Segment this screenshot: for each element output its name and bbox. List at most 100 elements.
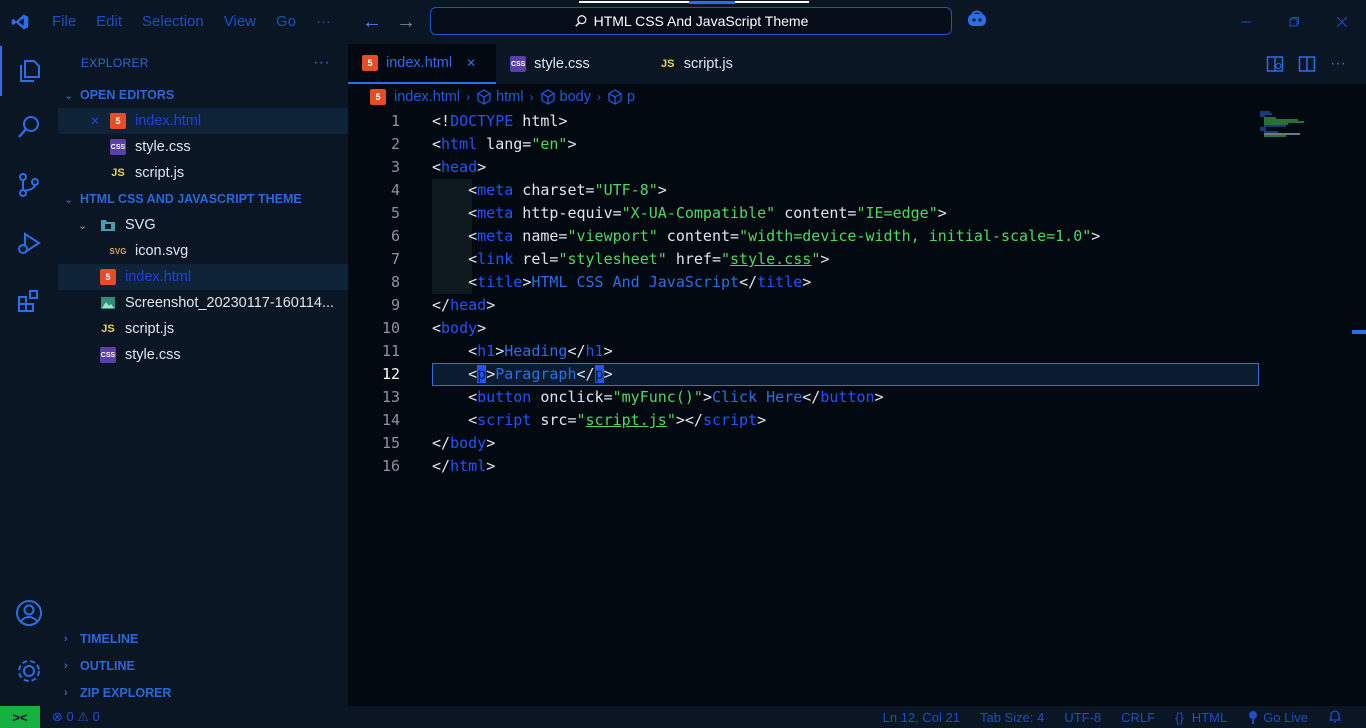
code-line: 14 <script src="script.js"></script> xyxy=(348,409,1366,432)
explorer-more-button[interactable]: ··· xyxy=(313,54,330,72)
command-center[interactable]: HTML CSS And JavaScript Theme xyxy=(430,1,952,35)
run-debug-icon[interactable] xyxy=(0,218,58,268)
copilot-icon[interactable] xyxy=(966,10,988,33)
code-text: <meta charset="UTF-8"> xyxy=(432,181,667,199)
tab-style-css[interactable]: CSS style.css xyxy=(496,44,610,84)
code-text: <html lang="en"> xyxy=(432,135,577,153)
breadcrumb-item[interactable]: index.html xyxy=(394,89,460,105)
chevron-right-icon: › xyxy=(64,632,68,645)
title-bar: File Edit Selection View Go ··· ← → HTML… xyxy=(0,0,1366,44)
explorer-sidebar: EXPLORER ··· ⌄ OPEN EDITORS ✕ 5 index.ht… xyxy=(58,44,348,706)
open-editor-label: index.html xyxy=(135,113,202,129)
code-line-current: 12 <p>Paragraph</p> xyxy=(348,363,1366,386)
breadcrumb-item[interactable]: html xyxy=(496,89,523,105)
chevron-down-icon: ⌄ xyxy=(64,89,74,102)
zip-explorer-section[interactable]: › ZIP EXPLORER xyxy=(58,679,348,706)
code-text: <h1>Heading</h1> xyxy=(432,342,613,360)
code-editor[interactable]: 1 <!DOCTYPE html> 2 <html lang="en"> 3 <hea… xyxy=(348,110,1366,478)
line-number: 12 xyxy=(381,365,400,383)
split-editor-icon[interactable] xyxy=(1298,55,1316,73)
code-line: 9 </head> xyxy=(348,294,1366,317)
back-arrow-icon[interactable]: ← xyxy=(362,11,382,34)
timeline-section[interactable]: › TIMELINE xyxy=(58,625,348,652)
notifications-bell-icon[interactable] xyxy=(1328,709,1342,726)
editor-actions: ··· xyxy=(1266,44,1346,84)
tree-file-style-css[interactable]: CSS style.css xyxy=(58,342,348,368)
language-mode[interactable]: {} HTML xyxy=(1175,710,1227,725)
window-controls xyxy=(1222,0,1366,44)
explorer-icon[interactable] xyxy=(0,46,58,96)
tab-script-js[interactable]: JS script.js xyxy=(610,44,753,84)
open-editor-label: style.css xyxy=(135,139,191,155)
more-actions-icon[interactable]: ··· xyxy=(1330,55,1346,73)
problems-indicator[interactable]: ⊗ 0 ⚠ 0 xyxy=(52,709,100,725)
forward-arrow-icon[interactable]: → xyxy=(396,11,416,34)
line-number: 3 xyxy=(390,158,400,176)
editor-scrollbar[interactable] xyxy=(1352,110,1366,706)
cursor-position[interactable]: Ln 12, Col 21 xyxy=(883,710,960,725)
close-tab-icon[interactable]: ✕ xyxy=(466,56,476,70)
restore-icon[interactable] xyxy=(1270,0,1318,44)
tree-folder-svg[interactable]: ⌄ SVG xyxy=(58,212,348,238)
code-line: 5 <meta http-equiv="X-UA-Compatible" con… xyxy=(348,202,1366,225)
menu-edit[interactable]: Edit xyxy=(86,0,132,44)
timeline-label: TIMELINE xyxy=(80,631,139,646)
line-number: 2 xyxy=(390,135,400,153)
code-text: </head> xyxy=(432,296,496,314)
project-folder-section[interactable]: ⌄ HTML CSS AND JAVASCRIPT THEME xyxy=(58,186,348,212)
code-text: <script src="script.js"></script> xyxy=(432,411,767,429)
open-editor-item-index-html[interactable]: ✕ 5 index.html xyxy=(58,108,348,134)
menu-selection[interactable]: Selection xyxy=(132,0,214,44)
open-editor-item-script-js[interactable]: JS script.js xyxy=(58,160,348,186)
breadcrumb-item[interactable]: body xyxy=(560,89,591,105)
remote-indicator[interactable]: >< xyxy=(0,706,40,728)
code-text: <head> xyxy=(432,158,487,176)
file-label: index.html xyxy=(125,269,192,285)
encoding[interactable]: UTF-8 xyxy=(1064,710,1101,725)
outline-section[interactable]: › OUTLINE xyxy=(58,652,348,679)
code-text: <title>HTML CSS And JavaScript</title> xyxy=(432,273,812,291)
search-sidebar-icon[interactable] xyxy=(0,102,58,152)
open-editor-label: script.js xyxy=(135,165,185,181)
minimap[interactable] xyxy=(1260,110,1322,140)
code-text: <button onclick="myFunc()">Click Here</b… xyxy=(432,388,884,406)
menu-go[interactable]: Go xyxy=(266,0,306,44)
tree-file-script-js[interactable]: JS script.js xyxy=(58,316,348,342)
close-icon[interactable] xyxy=(1318,0,1366,44)
source-control-icon[interactable] xyxy=(0,160,58,210)
file-label: style.css xyxy=(125,347,181,363)
breadcrumb-item[interactable]: p xyxy=(627,89,635,105)
html-file-icon: 5 xyxy=(370,89,386,105)
code-line: 11 <h1>Heading</h1> xyxy=(348,340,1366,363)
tab-size[interactable]: Tab Size: 4 xyxy=(980,710,1044,725)
minimize-icon[interactable] xyxy=(1222,0,1270,44)
navigation-arrows: ← → xyxy=(362,0,416,44)
open-preview-icon[interactable] xyxy=(1266,55,1284,73)
menu-file[interactable]: File xyxy=(42,0,86,44)
line-number: 15 xyxy=(381,434,400,452)
accounts-icon[interactable] xyxy=(0,588,58,638)
code-line: 1 <!DOCTYPE html> xyxy=(348,110,1366,133)
open-editors-section[interactable]: ⌄ OPEN EDITORS xyxy=(58,82,348,108)
end-of-line[interactable]: CRLF xyxy=(1121,710,1155,725)
open-editor-item-style-css[interactable]: CSS style.css xyxy=(58,134,348,160)
menu-more[interactable]: ··· xyxy=(306,0,341,44)
chevron-right-icon: › xyxy=(64,659,68,672)
extensions-icon[interactable] xyxy=(0,276,58,326)
menu-view[interactable]: View xyxy=(214,0,266,44)
zip-explorer-label: ZIP EXPLORER xyxy=(80,685,172,700)
tree-file-screenshot[interactable]: Screenshot_20230117-160114... xyxy=(58,290,348,316)
line-number: 6 xyxy=(390,227,400,245)
language-label: HTML xyxy=(1191,709,1228,725)
tree-file-icon-svg[interactable]: SVG icon.svg xyxy=(58,238,348,264)
close-editor-icon[interactable]: ✕ xyxy=(90,114,110,128)
tab-index-html[interactable]: 5 index.html ✕ xyxy=(348,44,497,84)
tree-file-index-html[interactable]: 5 index.html xyxy=(58,264,348,290)
code-line: 4 <meta charset="UTF-8"> xyxy=(348,179,1366,202)
file-label: icon.svg xyxy=(135,243,189,259)
go-live-button[interactable]: Go Live xyxy=(1247,710,1308,725)
line-number: 5 xyxy=(390,204,400,222)
file-label: Screenshot_20230117-160114... xyxy=(125,295,335,311)
chevron-down-icon: ⌄ xyxy=(64,193,74,206)
settings-gear-icon[interactable] xyxy=(0,646,58,696)
